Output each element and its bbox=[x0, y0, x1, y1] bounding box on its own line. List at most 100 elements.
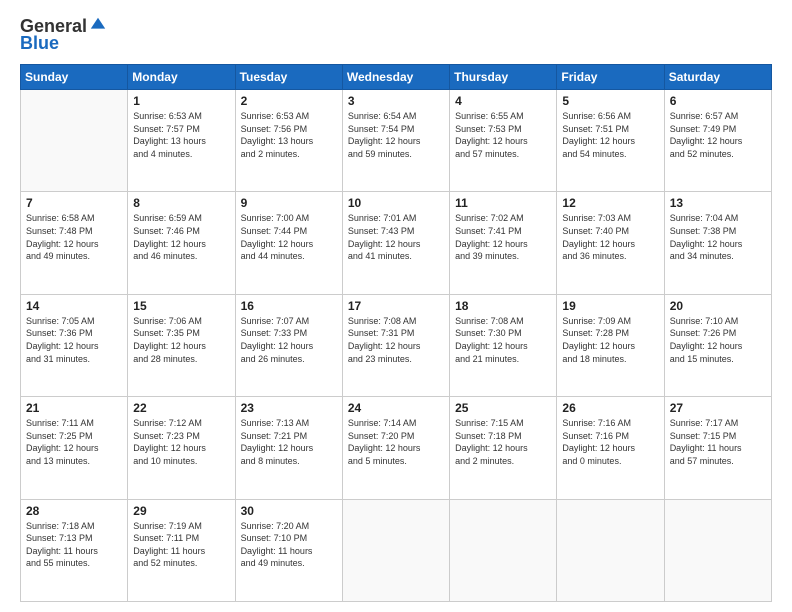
weekday-header-friday: Friday bbox=[557, 65, 664, 90]
logo-icon bbox=[89, 16, 107, 34]
day-info: Sunrise: 7:08 AM Sunset: 7:31 PM Dayligh… bbox=[348, 315, 444, 365]
calendar-cell bbox=[342, 499, 449, 601]
calendar-cell: 25 Sunrise: 7:15 AM Sunset: 7:18 PM Dayli… bbox=[450, 397, 557, 499]
weekday-row: SundayMondayTuesdayWednesdayThursdayFrid… bbox=[21, 65, 772, 90]
day-info: Sunrise: 7:19 AM Sunset: 7:11 PM Dayligh… bbox=[133, 520, 229, 570]
calendar-cell: 21 Sunrise: 7:11 AM Sunset: 7:25 PM Dayli… bbox=[21, 397, 128, 499]
calendar-cell: 19 Sunrise: 7:09 AM Sunset: 7:28 PM Dayli… bbox=[557, 294, 664, 396]
day-info: Sunrise: 6:54 AM Sunset: 7:54 PM Dayligh… bbox=[348, 110, 444, 160]
day-number: 20 bbox=[670, 299, 766, 313]
day-info: Sunrise: 7:02 AM Sunset: 7:41 PM Dayligh… bbox=[455, 212, 551, 262]
day-info: Sunrise: 7:20 AM Sunset: 7:10 PM Dayligh… bbox=[241, 520, 337, 570]
day-info: Sunrise: 7:01 AM Sunset: 7:43 PM Dayligh… bbox=[348, 212, 444, 262]
calendar-cell: 15Sunrise: 7:06 AM Sunset: 7:35 PM Dayli… bbox=[128, 294, 235, 396]
calendar-week-2: 7 Sunrise: 6:58 AM Sunset: 7:48 PM Daylig… bbox=[21, 192, 772, 294]
logo: General Blue bbox=[20, 16, 107, 54]
calendar-cell: 26Sunrise: 7:16 AM Sunset: 7:16 PM Dayli… bbox=[557, 397, 664, 499]
calendar-cell: 3 Sunrise: 6:54 AM Sunset: 7:54 PM Daylig… bbox=[342, 90, 449, 192]
day-info: Sunrise: 7:11 AM Sunset: 7:25 PM Dayligh… bbox=[26, 417, 122, 467]
day-number: 7 bbox=[26, 196, 122, 210]
day-number: 9 bbox=[241, 196, 337, 210]
day-info: Sunrise: 6:56 AM Sunset: 7:51 PM Dayligh… bbox=[562, 110, 658, 160]
calendar-cell: 27Sunrise: 7:17 AM Sunset: 7:15 PM Dayli… bbox=[664, 397, 771, 499]
day-info: Sunrise: 6:53 AM Sunset: 7:56 PM Dayligh… bbox=[241, 110, 337, 160]
day-info: Sunrise: 6:55 AM Sunset: 7:53 PM Dayligh… bbox=[455, 110, 551, 160]
weekday-header-saturday: Saturday bbox=[664, 65, 771, 90]
day-info: Sunrise: 7:14 AM Sunset: 7:20 PM Dayligh… bbox=[348, 417, 444, 467]
calendar-cell: 24Sunrise: 7:14 AM Sunset: 7:20 PM Dayli… bbox=[342, 397, 449, 499]
calendar-cell: 23 Sunrise: 7:13 AM Sunset: 7:21 PM Dayli… bbox=[235, 397, 342, 499]
day-info: Sunrise: 7:03 AM Sunset: 7:40 PM Dayligh… bbox=[562, 212, 658, 262]
day-number: 14 bbox=[26, 299, 122, 313]
calendar-cell: 28Sunrise: 7:18 AM Sunset: 7:13 PM Dayli… bbox=[21, 499, 128, 601]
day-info: Sunrise: 7:12 AM Sunset: 7:23 PM Dayligh… bbox=[133, 417, 229, 467]
day-number: 13 bbox=[670, 196, 766, 210]
calendar-cell: 6 Sunrise: 6:57 AM Sunset: 7:49 PM Daylig… bbox=[664, 90, 771, 192]
day-info: Sunrise: 6:58 AM Sunset: 7:48 PM Dayligh… bbox=[26, 212, 122, 262]
calendar-cell: 13Sunrise: 7:04 AM Sunset: 7:38 PM Dayli… bbox=[664, 192, 771, 294]
calendar-cell: 17Sunrise: 7:08 AM Sunset: 7:31 PM Dayli… bbox=[342, 294, 449, 396]
day-number: 4 bbox=[455, 94, 551, 108]
day-info: Sunrise: 7:09 AM Sunset: 7:28 PM Dayligh… bbox=[562, 315, 658, 365]
calendar-cell: 11 Sunrise: 7:02 AM Sunset: 7:41 PM Dayli… bbox=[450, 192, 557, 294]
day-number: 18 bbox=[455, 299, 551, 313]
calendar-week-4: 21 Sunrise: 7:11 AM Sunset: 7:25 PM Dayli… bbox=[21, 397, 772, 499]
calendar-cell bbox=[450, 499, 557, 601]
calendar-table: SundayMondayTuesdayWednesdayThursdayFrid… bbox=[20, 64, 772, 602]
weekday-header-thursday: Thursday bbox=[450, 65, 557, 90]
calendar-cell: 20 Sunrise: 7:10 AM Sunset: 7:26 PM Dayli… bbox=[664, 294, 771, 396]
calendar-cell: 4 Sunrise: 6:55 AM Sunset: 7:53 PM Daylig… bbox=[450, 90, 557, 192]
calendar-header: SundayMondayTuesdayWednesdayThursdayFrid… bbox=[21, 65, 772, 90]
day-number: 3 bbox=[348, 94, 444, 108]
day-number: 10 bbox=[348, 196, 444, 210]
calendar-cell: 10 Sunrise: 7:01 AM Sunset: 7:43 PM Dayli… bbox=[342, 192, 449, 294]
weekday-header-sunday: Sunday bbox=[21, 65, 128, 90]
day-number: 6 bbox=[670, 94, 766, 108]
day-number: 27 bbox=[670, 401, 766, 415]
day-info: Sunrise: 7:13 AM Sunset: 7:21 PM Dayligh… bbox=[241, 417, 337, 467]
calendar-cell: 29Sunrise: 7:19 AM Sunset: 7:11 PM Dayli… bbox=[128, 499, 235, 601]
calendar-week-5: 28Sunrise: 7:18 AM Sunset: 7:13 PM Dayli… bbox=[21, 499, 772, 601]
logo-blue-text: Blue bbox=[20, 33, 59, 54]
calendar-cell: 8Sunrise: 6:59 AM Sunset: 7:46 PM Daylig… bbox=[128, 192, 235, 294]
day-number: 8 bbox=[133, 196, 229, 210]
calendar-week-1: 1 Sunrise: 6:53 AM Sunset: 7:57 PM Daylig… bbox=[21, 90, 772, 192]
calendar-cell bbox=[664, 499, 771, 601]
day-number: 16 bbox=[241, 299, 337, 313]
day-info: Sunrise: 7:00 AM Sunset: 7:44 PM Dayligh… bbox=[241, 212, 337, 262]
day-number: 22 bbox=[133, 401, 229, 415]
calendar-cell: 12Sunrise: 7:03 AM Sunset: 7:40 PM Dayli… bbox=[557, 192, 664, 294]
calendar-cell: 5Sunrise: 6:56 AM Sunset: 7:51 PM Daylig… bbox=[557, 90, 664, 192]
day-info: Sunrise: 7:15 AM Sunset: 7:18 PM Dayligh… bbox=[455, 417, 551, 467]
day-number: 11 bbox=[455, 196, 551, 210]
calendar-body: 1 Sunrise: 6:53 AM Sunset: 7:57 PM Daylig… bbox=[21, 90, 772, 602]
calendar-cell: 7 Sunrise: 6:58 AM Sunset: 7:48 PM Daylig… bbox=[21, 192, 128, 294]
day-info: Sunrise: 7:05 AM Sunset: 7:36 PM Dayligh… bbox=[26, 315, 122, 365]
page: General Blue SundayMondayTuesdayWednesda… bbox=[0, 0, 792, 612]
day-number: 30 bbox=[241, 504, 337, 518]
day-number: 23 bbox=[241, 401, 337, 415]
day-number: 1 bbox=[133, 94, 229, 108]
weekday-header-wednesday: Wednesday bbox=[342, 65, 449, 90]
day-number: 19 bbox=[562, 299, 658, 313]
calendar-cell: 1 Sunrise: 6:53 AM Sunset: 7:57 PM Daylig… bbox=[128, 90, 235, 192]
weekday-header-tuesday: Tuesday bbox=[235, 65, 342, 90]
day-info: Sunrise: 6:57 AM Sunset: 7:49 PM Dayligh… bbox=[670, 110, 766, 160]
calendar-week-3: 14 Sunrise: 7:05 AM Sunset: 7:36 PM Dayli… bbox=[21, 294, 772, 396]
calendar-cell: 30 Sunrise: 7:20 AM Sunset: 7:10 PM Dayli… bbox=[235, 499, 342, 601]
day-info: Sunrise: 6:53 AM Sunset: 7:57 PM Dayligh… bbox=[133, 110, 229, 160]
header: General Blue bbox=[20, 16, 772, 54]
day-info: Sunrise: 7:10 AM Sunset: 7:26 PM Dayligh… bbox=[670, 315, 766, 365]
day-number: 25 bbox=[455, 401, 551, 415]
day-number: 15 bbox=[133, 299, 229, 313]
day-number: 28 bbox=[26, 504, 122, 518]
day-number: 21 bbox=[26, 401, 122, 415]
calendar-cell: 16Sunrise: 7:07 AM Sunset: 7:33 PM Dayli… bbox=[235, 294, 342, 396]
calendar-cell: 9 Sunrise: 7:00 AM Sunset: 7:44 PM Daylig… bbox=[235, 192, 342, 294]
day-info: Sunrise: 7:08 AM Sunset: 7:30 PM Dayligh… bbox=[455, 315, 551, 365]
calendar-cell: 2 Sunrise: 6:53 AM Sunset: 7:56 PM Daylig… bbox=[235, 90, 342, 192]
calendar-cell bbox=[21, 90, 128, 192]
calendar-cell: 18 Sunrise: 7:08 AM Sunset: 7:30 PM Dayli… bbox=[450, 294, 557, 396]
day-number: 2 bbox=[241, 94, 337, 108]
weekday-header-monday: Monday bbox=[128, 65, 235, 90]
